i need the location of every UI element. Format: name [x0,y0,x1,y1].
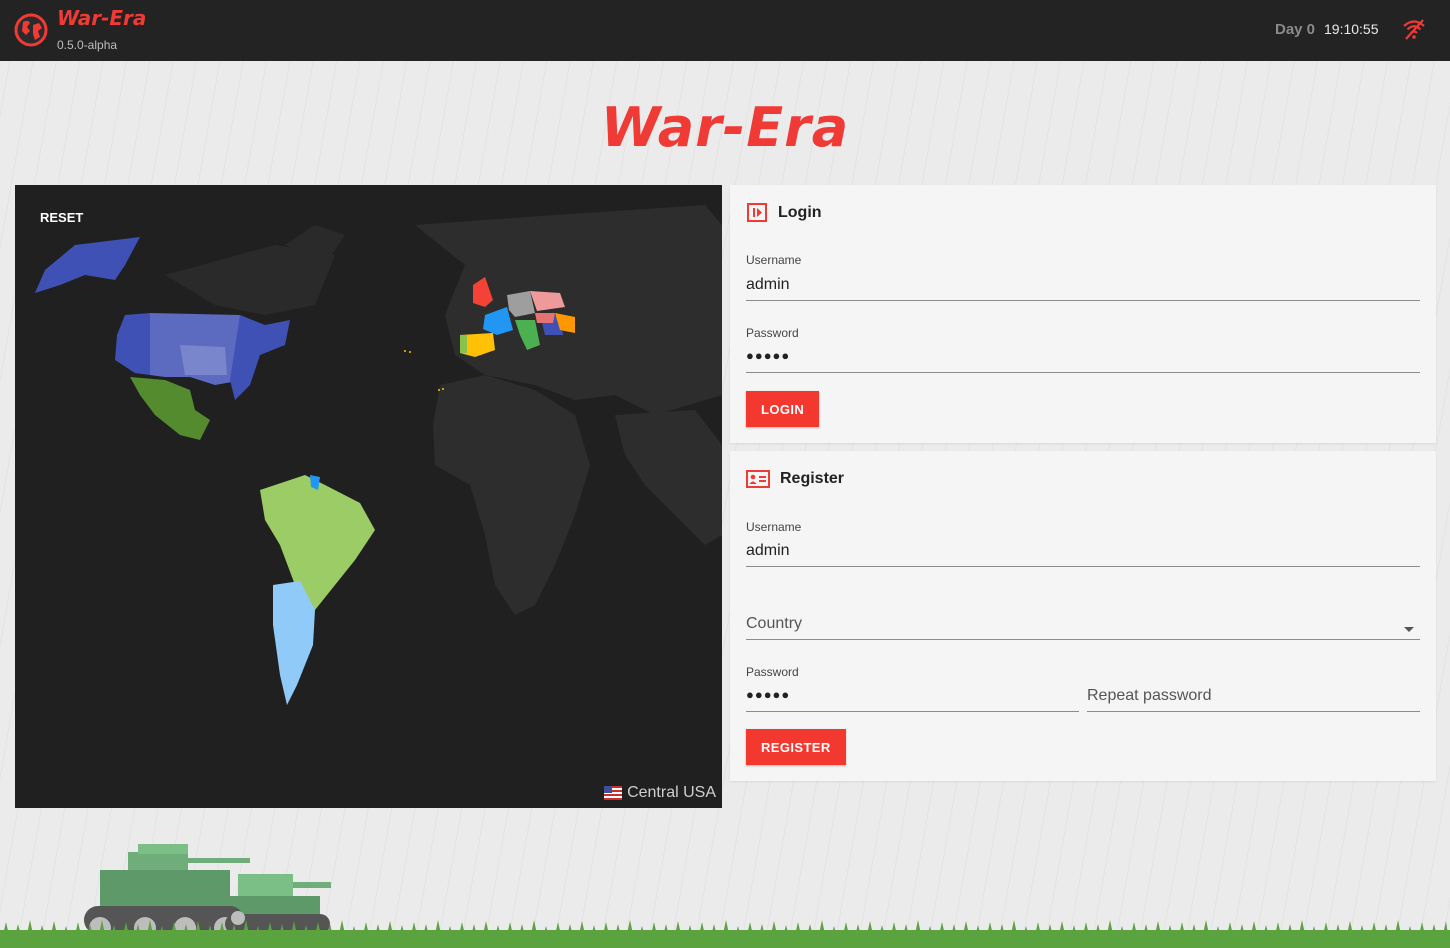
register-username-value[interactable]: admin [746,542,790,560]
login-button[interactable]: LOGIN [746,391,820,427]
login-password-value[interactable]: ●●●●● [746,348,790,363]
map-region-argentina [273,581,315,705]
register-password-label: Password [746,665,799,679]
selected-region-label: Central USA [604,784,716,802]
usa-flag-icon [604,786,623,800]
world-map[interactable]: RESET Central USA [15,185,722,808]
map-region-usa-central-light [180,345,227,375]
register-button[interactable]: REGISTER [746,729,846,765]
globe-logo-icon [14,13,48,47]
register-username-label: Username [746,520,802,534]
game-day: Day 0 [1275,21,1316,38]
country-placeholder: Country [746,615,803,632]
map-region-mexico [130,377,210,440]
app-name: War-Era [57,6,147,30]
top-bar: War-Era 0.5.0-alpha Day 0 19:10:55 [0,0,1450,61]
id-card-icon [746,470,770,488]
map-reset-button[interactable]: RESET [40,210,83,225]
login-username-value[interactable]: admin [746,276,790,294]
selected-region-name: Central USA [627,784,716,801]
login-header: Login [746,203,822,223]
login-password-field[interactable]: Password ●●●●● [746,326,1420,373]
map-region-alaska [35,237,140,293]
map-region-portugal [460,335,467,353]
ground-decoration [0,844,1450,948]
map-region-hungary [535,313,555,323]
login-username-label: Username [746,253,802,267]
connection-off-icon[interactable] [1402,17,1426,41]
login-card: Login Username admin Password ●●●●● LOGI… [730,185,1436,443]
hero-title: War-Era [600,96,850,159]
game-clock: 19:10:55 [1324,21,1379,37]
country-select[interactable]: Country [746,611,1420,640]
map-region-usa-east [230,315,290,400]
repeat-password-field[interactable]: Repeat password [1087,683,1420,712]
register-password-field[interactable]: Password ●●●●● [746,665,1079,712]
register-password-value[interactable]: ●●●●● [746,687,790,702]
login-icon [747,203,767,222]
app-version: 0.5.0-alpha [57,38,118,52]
login-password-label: Password [746,326,799,340]
register-header: Register [746,469,844,489]
register-username-field[interactable]: Username admin [746,520,1420,567]
register-title: Register [780,470,845,487]
register-card: Register Username admin Country Password… [730,451,1436,781]
login-title: Login [778,204,822,221]
repeat-password-placeholder: Repeat password [1087,687,1212,704]
login-username-field[interactable]: Username admin [746,253,1420,301]
chevron-down-icon[interactable] [1404,627,1414,632]
world-map-svg[interactable] [15,185,722,808]
map-region-usa-west [115,313,150,375]
